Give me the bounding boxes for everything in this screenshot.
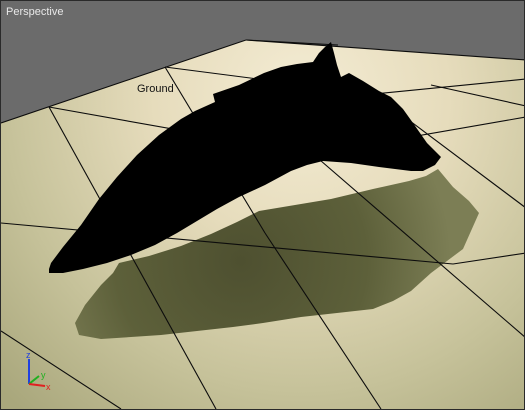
axis-y-label: y bbox=[41, 370, 46, 380]
axis-z-label: z bbox=[26, 351, 31, 360]
axis-x-line bbox=[28, 383, 46, 387]
perspective-viewport[interactable]: Perspective Ground z y x bbox=[0, 0, 525, 410]
axis-gizmo: z y x bbox=[26, 351, 51, 392]
viewport-scene[interactable] bbox=[1, 1, 525, 410]
axis-x-label: x bbox=[46, 382, 51, 392]
viewport-label[interactable]: Perspective bbox=[6, 6, 63, 18]
axis-y-line bbox=[28, 375, 40, 385]
ground-object-label: Ground bbox=[137, 83, 174, 95]
